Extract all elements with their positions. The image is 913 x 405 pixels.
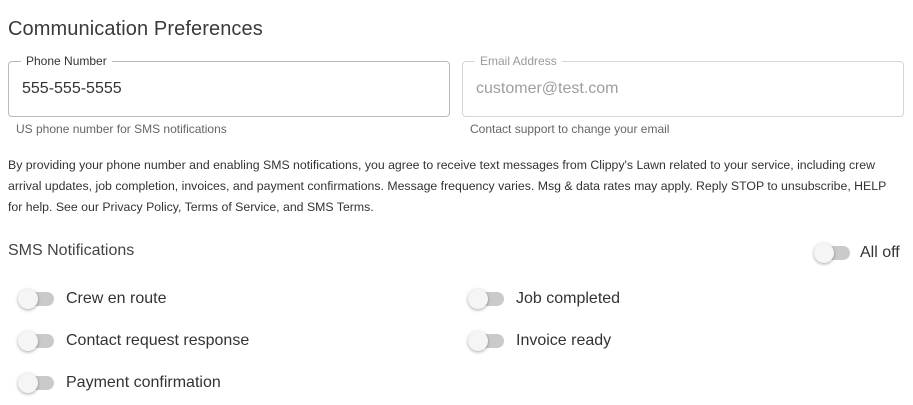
all-off-toggle[interactable] — [814, 243, 850, 263]
phone-number-input[interactable] — [22, 79, 422, 99]
communication-preferences-panel: Communication Preferences Phone Number U… — [0, 0, 913, 405]
phone-number-field[interactable]: Phone Number — [8, 54, 450, 117]
phone-helper-text: US phone number for SMS notifications — [16, 122, 227, 136]
toggle-thumb — [468, 289, 488, 309]
invoice-ready-label: Invoice ready — [516, 332, 612, 349]
email-address-field: Email Address — [462, 54, 904, 117]
toggle-thumb — [468, 331, 488, 351]
sms-notifications-heading: SMS Notifications — [8, 242, 135, 259]
all-off-label: All off — [860, 244, 900, 261]
toggle-thumb — [814, 243, 834, 263]
payment-confirmation-toggle[interactable] — [18, 373, 54, 393]
phone-number-label: Phone Number — [21, 54, 112, 68]
consent-separator: , and — [276, 200, 307, 214]
job-completed-toggle[interactable] — [468, 289, 504, 309]
toggle-thumb — [18, 331, 38, 351]
email-address-input — [476, 79, 876, 99]
toggle-thumb — [18, 373, 38, 393]
contact-request-response-toggle[interactable] — [18, 331, 54, 351]
privacy-policy-link[interactable]: Privacy Policy — [102, 200, 178, 214]
page-title: Communication Preferences — [8, 18, 263, 40]
sms-terms-link[interactable]: SMS Terms — [307, 200, 370, 214]
job-completed-label: Job completed — [516, 290, 621, 307]
terms-of-service-link[interactable]: Terms of Service — [185, 200, 277, 214]
email-helper-text: Contact support to change your email — [470, 122, 670, 136]
payment-confirmation-label: Payment confirmation — [66, 374, 221, 391]
consent-separator: , — [177, 200, 185, 214]
crew-en-route-label: Crew en route — [66, 290, 167, 307]
toggle-thumb — [18, 289, 38, 309]
sms-consent-text: By providing your phone number and enabl… — [8, 155, 898, 218]
consent-end: . — [370, 200, 374, 214]
email-address-label: Email Address — [475, 54, 562, 68]
contact-request-response-label: Contact request response — [66, 332, 250, 349]
invoice-ready-toggle[interactable] — [468, 331, 504, 351]
crew-en-route-toggle[interactable] — [18, 289, 54, 309]
